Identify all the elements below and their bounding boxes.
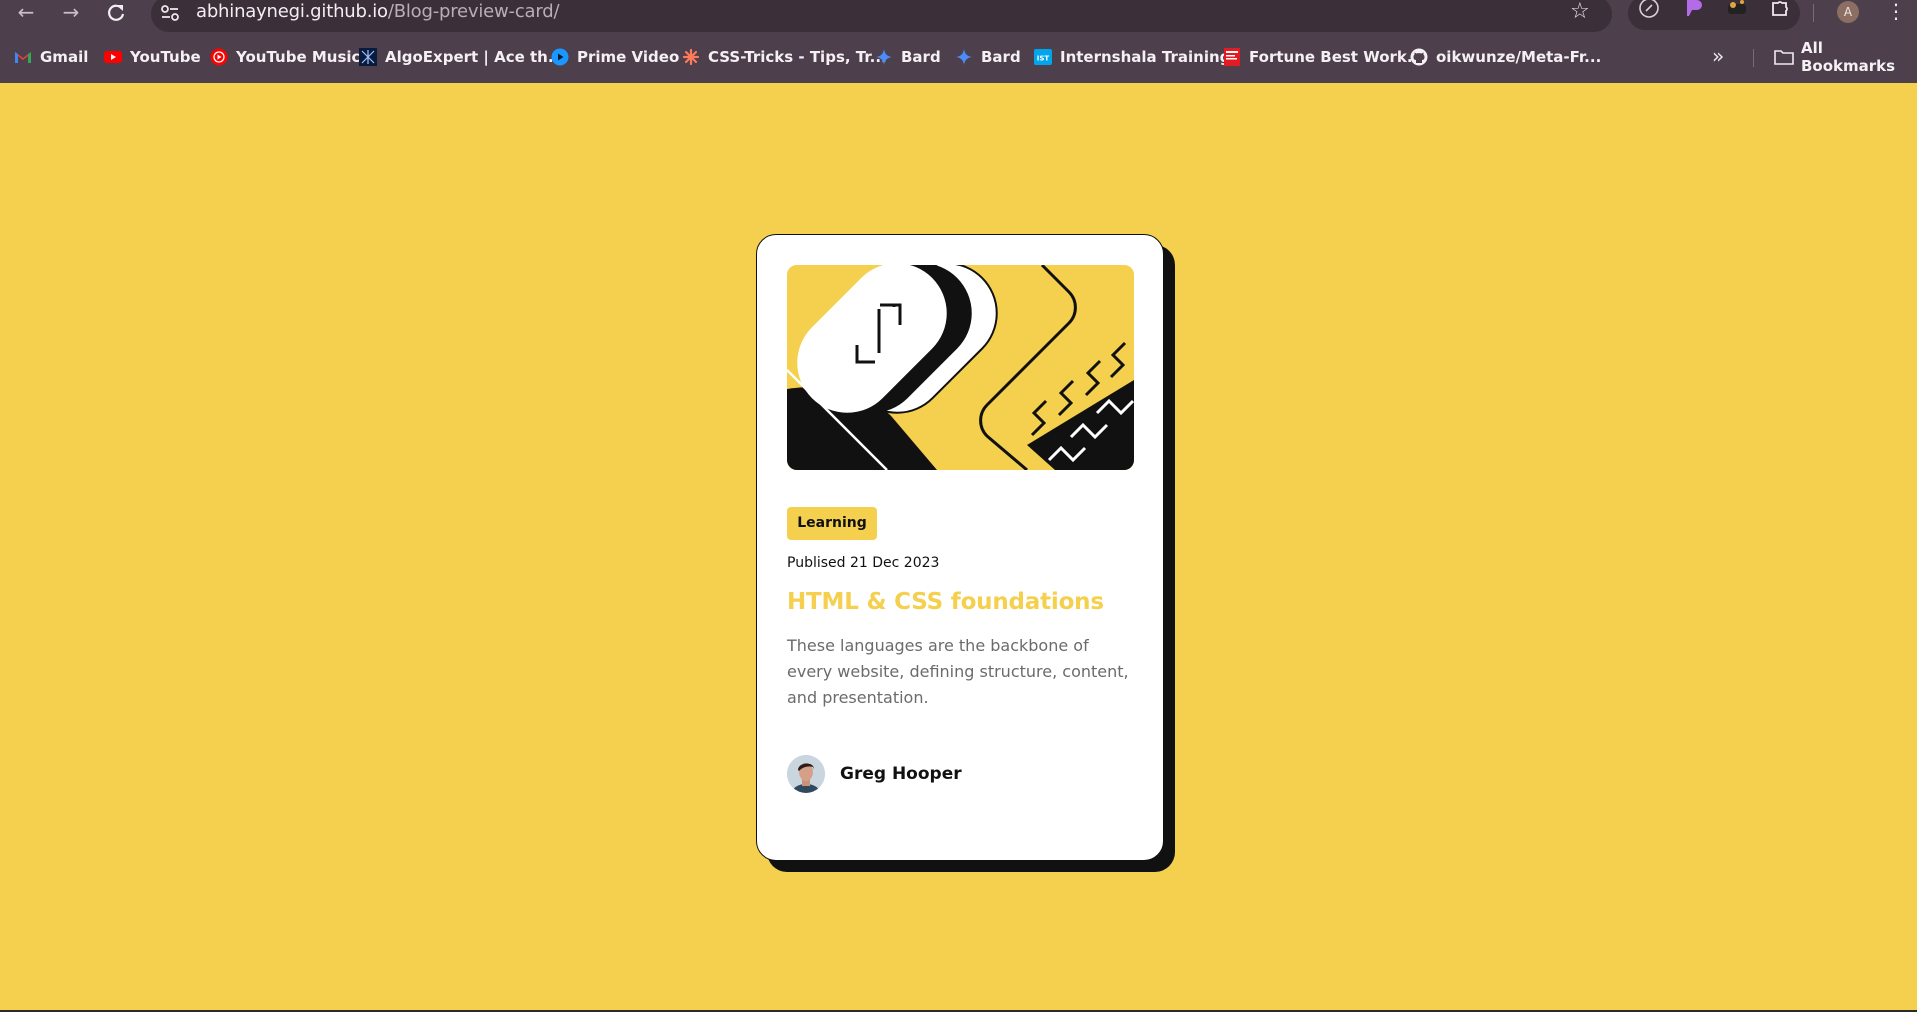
card-illustration: [787, 265, 1134, 470]
url-text[interactable]: abhinaynegi.github.io/Blog-preview-card/: [196, 1, 560, 23]
browser-menu-icon[interactable]: ⋮: [1886, 0, 1906, 25]
url-host: abhinaynegi.github.io: [196, 1, 388, 22]
svg-text:IST: IST: [1037, 55, 1050, 63]
fortune-icon: [1223, 48, 1241, 66]
gmail-icon: [14, 48, 32, 66]
bookmarks-divider: [1753, 49, 1754, 67]
css-tricks-icon: [682, 48, 700, 66]
bookmark-gmail[interactable]: Gmail: [14, 44, 88, 70]
bookmark-bard-1[interactable]: Bard: [875, 44, 941, 70]
extensions-group: [1628, 0, 1800, 30]
card-description: These languages are the backbone of ever…: [787, 636, 1129, 707]
card-title[interactable]: HTML & CSS foundations: [787, 589, 1104, 615]
url-path: /Blog-preview-card/: [387, 1, 560, 22]
bookmark-label: Bard: [901, 48, 941, 66]
algoexpert-icon: [359, 48, 377, 66]
browser-chrome: ← → abhinaynegi.github.io/Blog-preview-c…: [0, 0, 1917, 83]
youtube-icon: [104, 48, 122, 66]
bookmark-github[interactable]: oikwunze/Meta-Fr...: [1410, 44, 1601, 70]
bookmark-label: YouTube Music: [236, 48, 361, 66]
all-bookmarks-label: All Bookmarks: [1801, 39, 1896, 75]
folder-icon: [1774, 48, 1794, 66]
category-tag: Learning: [787, 507, 877, 540]
bookmark-label: Internshala Trainings: [1060, 48, 1240, 66]
more-bookmarks-icon[interactable]: »: [1712, 44, 1724, 68]
compass-extension-icon[interactable]: [1637, 0, 1661, 20]
bookmark-css-tricks[interactable]: CSS-Tricks - Tips, Tr...: [682, 44, 887, 70]
internshala-icon: IST: [1034, 48, 1052, 66]
published-date: Publised 21 Dec 2023: [787, 555, 940, 571]
bookmark-fortune[interactable]: Fortune Best Work...: [1223, 44, 1424, 70]
bookmark-bard-2[interactable]: Bard: [955, 44, 1021, 70]
bookmark-label: Gmail: [40, 48, 89, 66]
purple-extension-icon[interactable]: [1681, 0, 1705, 20]
bookmark-label: YouTube: [130, 48, 201, 66]
bookmark-youtube-music[interactable]: YouTube Music: [210, 44, 360, 70]
dark-extension-icon[interactable]: [1725, 0, 1749, 20]
bard-icon: [875, 48, 893, 66]
site-info-icon[interactable]: [158, 2, 184, 24]
bookmark-algoexpert[interactable]: AlgoExpert | Ace th...: [359, 44, 565, 70]
reload-icon[interactable]: [104, 1, 128, 25]
bookmark-label: Fortune Best Work...: [1249, 48, 1424, 66]
bookmark-label: Bard: [981, 48, 1021, 66]
back-arrow-icon[interactable]: ←: [14, 1, 38, 25]
blog-preview-card: Learning Publised 21 Dec 2023 HTML & CSS…: [756, 234, 1164, 861]
author-name: Greg Hooper: [840, 764, 962, 784]
author-avatar: [787, 755, 825, 793]
bookmark-prime-video[interactable]: Prime Video: [551, 44, 679, 70]
profile-avatar[interactable]: A: [1837, 1, 1859, 23]
bookmark-label: CSS-Tricks - Tips, Tr...: [708, 48, 887, 66]
bookmark-youtube[interactable]: YouTube: [104, 44, 201, 70]
all-bookmarks-button[interactable]: All Bookmarks: [1774, 39, 1917, 75]
bookmarks-bar: Gmail YouTube YouTube Music AlgoExpert |…: [0, 39, 1917, 75]
browser-toolbar: ← → abhinaynegi.github.io/Blog-preview-c…: [0, 0, 1917, 32]
youtube-music-icon: [210, 48, 228, 66]
bookmark-label: AlgoExpert | Ace th...: [385, 48, 565, 66]
toolbar-divider: [1813, 4, 1814, 22]
github-icon: [1410, 48, 1428, 66]
bookmark-star-icon[interactable]: ☆: [1570, 0, 1590, 24]
bookmark-label: Prime Video: [577, 48, 680, 66]
author-row: Greg Hooper: [787, 755, 962, 793]
bard-icon: [955, 48, 973, 66]
bookmark-label: oikwunze/Meta-Fr...: [1436, 48, 1602, 66]
puzzle-extensions-icon[interactable]: [1768, 0, 1792, 20]
bookmark-internshala[interactable]: IST Internshala Trainings: [1034, 44, 1239, 70]
forward-arrow-icon[interactable]: →: [59, 1, 83, 25]
prime-video-icon: [551, 48, 569, 66]
